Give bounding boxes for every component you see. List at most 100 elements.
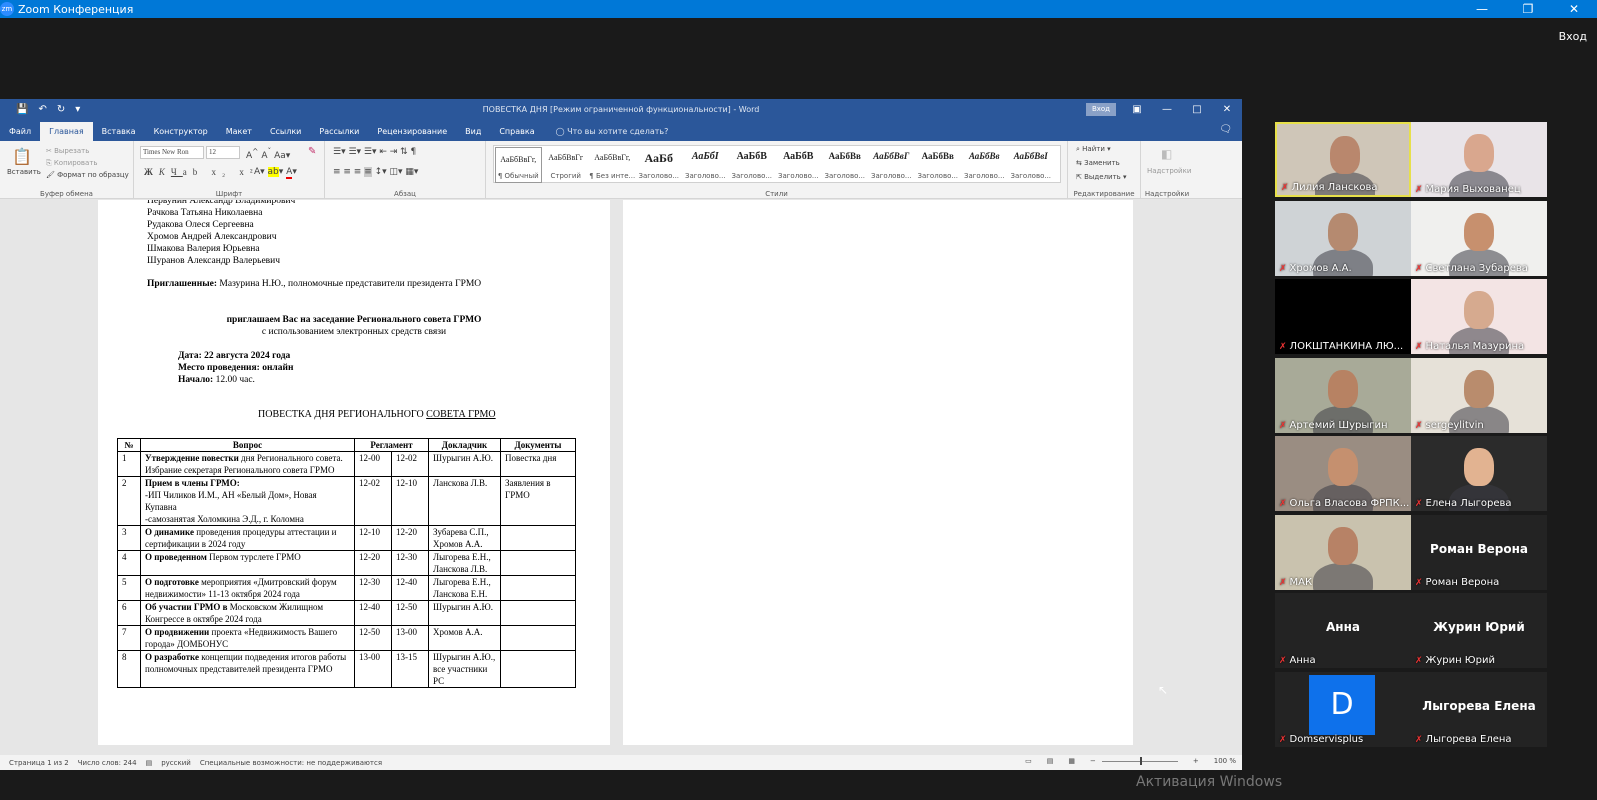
style-item-0[interactable]: АаБбВвГг, ¶ Обычный bbox=[495, 147, 542, 183]
status-page[interactable]: Страница 1 из 2 bbox=[9, 759, 69, 767]
document-area[interactable]: Первунин Александр Владимирович Рачкова Т… bbox=[0, 200, 1242, 755]
styles-gallery: АаБбВвГг, ¶ Обычный АаБбВвГг Строгий АаБбВвГ… bbox=[493, 145, 1061, 183]
paste-button[interactable]: Вставить bbox=[7, 168, 41, 176]
participant-tile[interactable]: ✗ МАК bbox=[1275, 514, 1411, 590]
participant-name: Лыгорева Елена bbox=[1425, 733, 1512, 745]
status-zoom[interactable]: 100 % bbox=[1214, 757, 1236, 765]
participant-tile[interactable]: Анна ✗ Анна bbox=[1275, 593, 1411, 668]
participant-tile[interactable]: ✗ ЛОКШТАНКИНА ЛЮ... bbox=[1275, 279, 1411, 354]
enter-button[interactable]: Вход bbox=[1559, 30, 1587, 43]
find-button[interactable]: ⌕ Найти ▾ bbox=[1076, 145, 1111, 154]
cell-t2: 12-40 bbox=[390, 575, 430, 601]
style-name: Строгий bbox=[550, 172, 581, 180]
select-button[interactable]: ⇱ Выделить ▾ bbox=[1076, 173, 1127, 181]
word-close-icon[interactable]: ✕ bbox=[1212, 99, 1242, 120]
comments-icon[interactable]: 🗨 bbox=[1219, 124, 1232, 135]
print-layout-icon[interactable]: ▤ bbox=[1047, 757, 1054, 765]
tab-4[interactable]: Макет bbox=[217, 122, 261, 141]
tab-5[interactable]: Ссылки bbox=[261, 122, 310, 141]
style-item-10[interactable]: АаБбВв Заголово... bbox=[961, 146, 1008, 182]
document-page-2[interactable] bbox=[623, 200, 1133, 745]
cell-t1: 12-20 bbox=[354, 550, 392, 576]
participant-tile[interactable]: Журин Юрий ✗ Журин Юрий bbox=[1411, 593, 1547, 668]
participant-tile[interactable]: D ✗ Domservisplus bbox=[1275, 671, 1411, 747]
zoom-out-icon[interactable]: − bbox=[1090, 757, 1096, 765]
font-grow-shrink-icon[interactable]: A^ Aˇ Aa▾ bbox=[246, 147, 290, 161]
zoom-slider[interactable] bbox=[1101, 756, 1178, 765]
status-language[interactable]: русский bbox=[161, 759, 191, 767]
ribbon-display-icon[interactable]: ▣ bbox=[1122, 99, 1152, 120]
member-name: Рачкова Татьяна Николаевна bbox=[147, 208, 263, 218]
tab-3[interactable]: Конструктор bbox=[145, 122, 217, 141]
style-item-2[interactable]: АаБбВвГг, ¶ Без инте... bbox=[589, 146, 636, 182]
style-item-8[interactable]: АаБбВвГ Заголово... bbox=[868, 146, 915, 182]
style-item-4[interactable]: АаБбІ Заголово... bbox=[682, 146, 729, 182]
style-item-1[interactable]: АаБбВвГг Строгий bbox=[543, 146, 590, 182]
member-name: Шуранов Александр Валерьевич bbox=[147, 256, 281, 266]
cell-t2: 12-20 bbox=[390, 525, 430, 551]
addins-button[interactable]: Надстройки bbox=[1147, 167, 1191, 175]
copy-button[interactable]: ⎘ Копировать bbox=[46, 159, 98, 168]
bold-italic-underline-icons[interactable]: ЖКЧab x₂ x² bbox=[144, 167, 259, 177]
tell-me-box[interactable]: ◯ Что вы хотите сделать? bbox=[556, 122, 669, 141]
participant-tile[interactable]: ✗ Лилия Ланскова bbox=[1275, 122, 1411, 197]
cell-n: 6 bbox=[117, 600, 141, 626]
select-label: Выделить bbox=[1084, 173, 1121, 181]
tab-1[interactable]: Главная bbox=[40, 122, 93, 141]
minimize-icon[interactable]: — bbox=[1459, 0, 1505, 18]
muted-mic-icon: ✗ bbox=[1415, 656, 1423, 666]
style-item-6[interactable]: АаБбВ Заголово... bbox=[775, 146, 822, 182]
style-preview: АаБбВвГ bbox=[873, 151, 910, 161]
font-color-icons[interactable]: A▾ ab▾ A▾ bbox=[254, 167, 297, 179]
replace-button[interactable]: ⇆ Заменить bbox=[1076, 159, 1120, 167]
align-icons[interactable]: ≡ ≡ ≡ ≡ ↕▾ ◫▾ ▦▾ bbox=[333, 167, 418, 177]
style-preview: АаБбВвГг, bbox=[500, 155, 537, 164]
word-restore-icon[interactable]: □ bbox=[1182, 99, 1212, 120]
style-item-9[interactable]: АаБбВв Заголово... bbox=[915, 146, 962, 182]
tab-9[interactable]: Справка bbox=[490, 122, 543, 141]
participant-tile[interactable]: ✗ Светлана Зубарева bbox=[1411, 200, 1547, 276]
participant-tile[interactable]: ✗ Наталья Мазурина bbox=[1411, 279, 1547, 354]
participant-tile[interactable]: ✗ Хромов А.А. bbox=[1275, 200, 1411, 276]
cut-button[interactable]: ✂ Вырезать bbox=[46, 147, 89, 155]
cell-doc bbox=[500, 600, 576, 626]
tab-8[interactable]: Вид bbox=[456, 122, 490, 141]
participant-tile[interactable]: ✗ sergeylitvin bbox=[1411, 357, 1547, 433]
word-signin-button[interactable]: Вход bbox=[1086, 103, 1116, 116]
participant-tile[interactable]: Лыгорева Елена ✗ Лыгорева Елена bbox=[1411, 671, 1547, 747]
restore-icon[interactable]: ❐ bbox=[1505, 0, 1551, 18]
clear-format-icon[interactable]: ✎ bbox=[308, 146, 316, 157]
cell-t2: 12-30 bbox=[390, 550, 430, 576]
list-icons[interactable]: ☰▾ ☰▾ ☰▾ ⇤ ⇥ ⇅ ¶ bbox=[333, 147, 416, 157]
font-size-box[interactable]: 12 bbox=[206, 146, 240, 159]
style-item-11[interactable]: АаБбВвІ Заголово... bbox=[1008, 146, 1055, 182]
participant-tile[interactable]: ✗ Елена Лыгорева bbox=[1411, 436, 1547, 511]
style-item-5[interactable]: АаБбВ Заголово... bbox=[729, 146, 776, 182]
format-painter-button[interactable]: 🖌 Формат по образцу bbox=[46, 171, 129, 179]
participant-tile[interactable]: ✗ Ольга Власова ФРПК... bbox=[1275, 436, 1411, 511]
read-mode-icon[interactable]: ▭ bbox=[1025, 757, 1032, 765]
font-name-box[interactable]: Times New Ron bbox=[140, 146, 204, 159]
tab-6[interactable]: Рассылки bbox=[310, 122, 368, 141]
close-icon[interactable]: ✕ bbox=[1551, 0, 1597, 18]
participant-tile[interactable]: Роман Верона ✗ Роман Верона bbox=[1411, 514, 1547, 590]
status-words[interactable]: Число слов: 244 bbox=[78, 759, 137, 767]
cell-n: 2 bbox=[117, 476, 141, 526]
participant-tile[interactable]: ✗ Мария Выхованец bbox=[1411, 122, 1547, 197]
agenda-header-row: № Вопрос Регламент Докладчик Документы bbox=[117, 438, 576, 452]
style-item-3[interactable]: АаБб Заголово... bbox=[636, 146, 683, 182]
tab-2[interactable]: Вставка bbox=[93, 122, 145, 141]
tab-7[interactable]: Рецензирование bbox=[368, 122, 456, 141]
participant-tile[interactable]: ✗ Артемий Шурыгин bbox=[1275, 357, 1411, 433]
word-minimize-icon[interactable]: — bbox=[1152, 99, 1182, 120]
addins-icon[interactable]: ◧ bbox=[1161, 147, 1172, 161]
document-page-1[interactable]: Первунин Александр Владимирович Рачкова Т… bbox=[98, 200, 610, 745]
web-layout-icon[interactable]: ▦ bbox=[1068, 757, 1075, 765]
ribbon: 📋 Вставить ✂ Вырезать ⎘ Копировать 🖌 Фор… bbox=[0, 141, 1242, 199]
style-item-7[interactable]: АаБбВв Заголово... bbox=[822, 146, 869, 182]
zoom-in-icon[interactable]: + bbox=[1193, 757, 1199, 765]
status-accessibility[interactable]: Специальные возможности: не поддерживают… bbox=[200, 759, 382, 767]
paste-icon[interactable]: 📋 bbox=[12, 147, 32, 166]
tab-0[interactable]: Файл bbox=[0, 122, 40, 141]
proofing-icon[interactable]: ▤ bbox=[146, 759, 153, 767]
